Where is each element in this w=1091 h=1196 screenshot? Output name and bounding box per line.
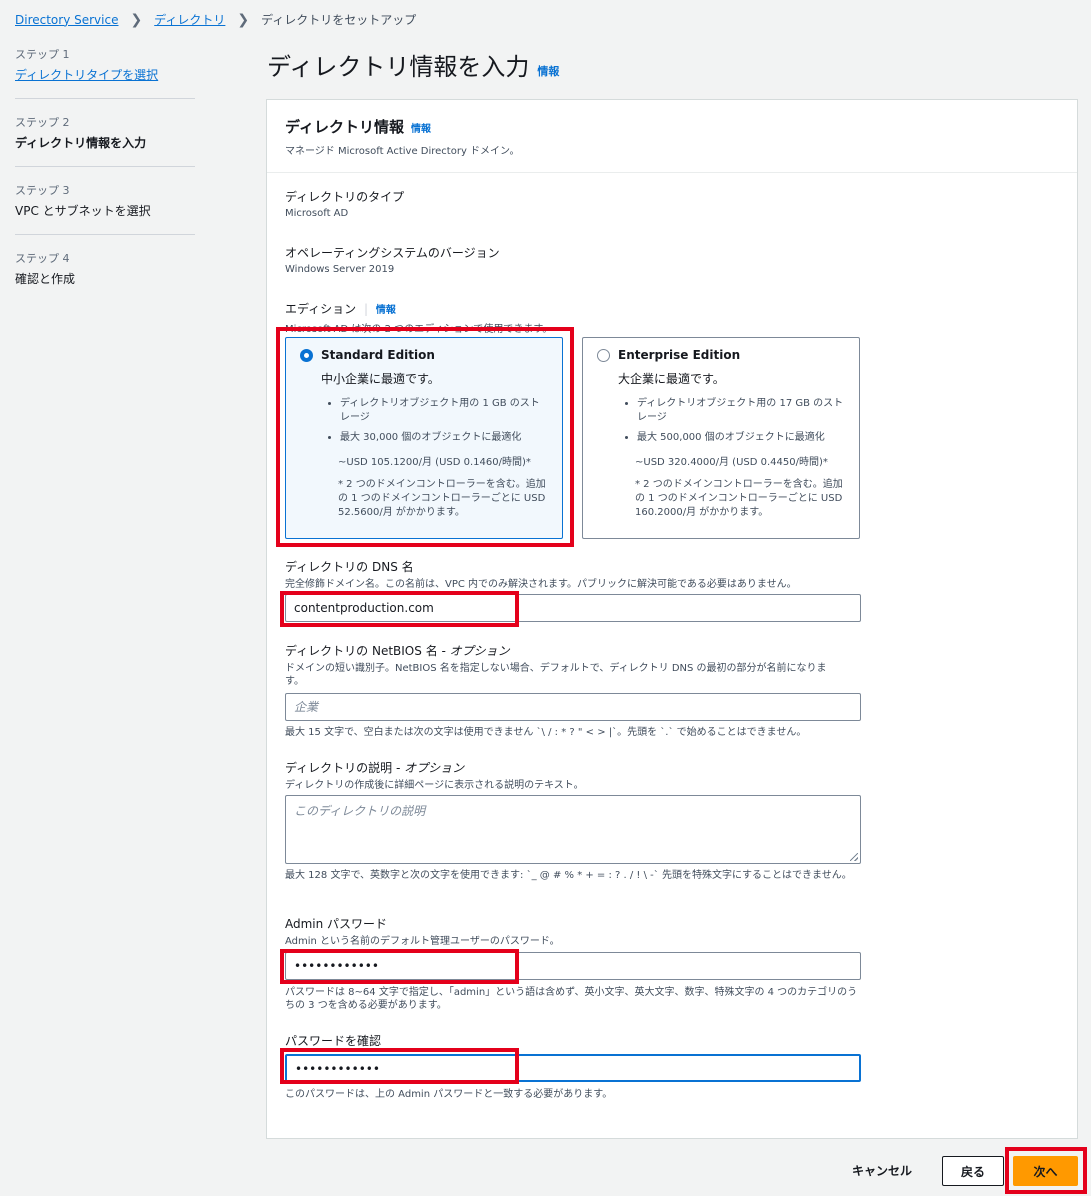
tile-price: ~USD 105.1200/月 (USD 0.1460/時間)* xyxy=(338,457,531,468)
description-field: ディレクトリの説明 - オプション ディレクトリの作成後に詳細ページに表示される… xyxy=(285,759,1065,792)
divider: | xyxy=(364,302,369,316)
chevron-right-icon: ❯ xyxy=(237,11,250,28)
step-label-current: ディレクトリ情報を入力 xyxy=(15,136,147,150)
description-constraint: 最大 128 文字で、英数字と次の文字を使用できます: `_ @ # % * +… xyxy=(285,870,852,881)
step-label: 確認と作成 xyxy=(15,272,76,286)
edition-label: エディション | 情報 xyxy=(285,300,552,317)
panel-title: ディレクトリ情報 情報 xyxy=(285,116,1059,137)
tile-header: Enterprise Edition xyxy=(597,348,845,362)
description-label-text: ディレクトリの説明 xyxy=(285,761,393,775)
os-version-label: オペレーティングシステムのバージョン xyxy=(285,246,500,260)
panel-info-link[interactable]: 情報 xyxy=(411,120,431,135)
netbios-input[interactable]: 企業 xyxy=(285,693,861,721)
resize-handle-icon[interactable] xyxy=(850,853,858,861)
edition-info-link[interactable]: 情報 xyxy=(376,305,396,316)
wizard-step-1: ステップ 1 ディレクトリタイプを選択 xyxy=(15,46,195,99)
step-number: ステップ 3 xyxy=(15,184,70,197)
admin-password-label: Admin パスワード xyxy=(285,917,388,931)
netbios-description: ドメインの短い識別子。NetBIOS 名を指定しない場合、デフォルトで、ディレク… xyxy=(285,663,827,687)
edition-tile-enterprise[interactable]: Enterprise Edition 大企業に最適です。 ディレクトリオブジェク… xyxy=(582,337,860,539)
edition-label-text: エディション xyxy=(285,302,357,316)
page-info-link[interactable]: 情報 xyxy=(537,63,559,79)
tile-features: ディレクトリオブジェクト用の 1 GB のストレージ 最大 30,000 個のオ… xyxy=(340,397,548,445)
tile-price: ~USD 320.4000/月 (USD 0.4450/時間)* xyxy=(635,457,828,468)
step-number: ステップ 1 xyxy=(15,48,70,61)
list-item: 最大 500,000 個のオブジェクトに最適化 xyxy=(637,431,845,445)
description-label: ディレクトリの説明 - オプション xyxy=(285,759,1065,776)
list-item: ディレクトリオブジェクト用の 17 GB のストレージ xyxy=(637,397,845,425)
optional-tag: - オプション xyxy=(392,761,465,775)
netbios-field: ディレクトリの NetBIOS 名 - オプション ドメインの短い識別子。Net… xyxy=(285,642,845,688)
edition-field: エディション | 情報 Microsoft AD は次の 2 つのエディションで… xyxy=(285,300,552,335)
panel-title-text: ディレクトリ情報 xyxy=(285,118,404,136)
page-title: ディレクトリ情報を入力 情報 xyxy=(267,47,559,82)
optional-tag: - オプション xyxy=(437,644,510,658)
confirm-password-label: パスワードを確認 xyxy=(285,1034,382,1048)
radio-button[interactable] xyxy=(597,348,610,362)
breadcrumb-current: ディレクトリをセットアップ xyxy=(261,13,417,27)
admin-password-field: Admin パスワード Admin という名前のデフォルト管理ユーザーのパスワー… xyxy=(285,915,1065,948)
edition-description: Microsoft AD は次の 2 つのエディションで使用できます。 xyxy=(285,324,553,335)
list-item: ディレクトリオブジェクト用の 1 GB のストレージ xyxy=(340,397,548,425)
os-version-field: オペレーティングシステムのバージョン Windows Server 2019 xyxy=(285,244,500,275)
netbios-label: ディレクトリの NetBIOS 名 - オプション xyxy=(285,642,845,659)
step-link-select-directory-type[interactable]: ディレクトリタイプを選択 xyxy=(15,67,195,83)
tile-name: Standard Edition xyxy=(321,348,435,362)
breadcrumb: Directory Service ❯ ディレクトリ ❯ ディレクトリをセットア… xyxy=(15,11,416,28)
tile-subtitle: 大企業に最適です。 xyxy=(618,372,725,386)
dns-name-input[interactable]: contentproduction.com xyxy=(285,594,861,622)
tile-note: * 2 つのドメインコントローラーを含む。追加の 1 つのドメインコントローラー… xyxy=(635,479,843,518)
confirm-password-field: パスワードを確認 xyxy=(285,1032,1065,1052)
tile-name: Enterprise Edition xyxy=(618,348,741,362)
confirm-password-constraint: このパスワードは、上の Admin パスワードと一致する必要があります。 xyxy=(285,1089,613,1100)
dns-name-label: ディレクトリの DNS 名 xyxy=(285,560,414,574)
wizard-step-4: ステップ 4 確認と作成 xyxy=(15,250,195,302)
list-item: 最大 30,000 個のオブジェクトに最適化 xyxy=(340,431,548,445)
tile-note: * 2 つのドメインコントローラーを含む。追加の 1 つのドメインコントローラー… xyxy=(338,479,546,518)
admin-password-description: Admin という名前のデフォルト管理ユーザーのパスワード。 xyxy=(285,936,560,947)
description-help: ディレクトリの作成後に詳細ページに表示される説明のテキスト。 xyxy=(285,780,584,791)
directory-type-label: ディレクトリのタイプ xyxy=(285,190,405,204)
wizard-step-2: ステップ 2 ディレクトリ情報を入力 xyxy=(15,114,195,167)
directory-type-field: ディレクトリのタイプ Microsoft AD xyxy=(285,188,404,219)
admin-password-constraint: パスワードは 8~64 文字で指定し、「admin」という語は含めず、英小文字、… xyxy=(285,987,858,1011)
os-version-value: Windows Server 2019 xyxy=(285,264,395,275)
admin-password-input[interactable]: •••••••••••• xyxy=(285,952,861,980)
wizard-steps: ステップ 1 ディレクトリタイプを選択 ステップ 2 ディレクトリ情報を入力 ス… xyxy=(15,46,195,317)
wizard-step-3: ステップ 3 VPC とサブネットを選択 xyxy=(15,182,195,235)
breadcrumb-directory-service[interactable]: Directory Service xyxy=(15,13,118,27)
radio-button-checked[interactable] xyxy=(300,348,313,362)
tile-subtitle: 中小企業に最適です。 xyxy=(321,372,440,386)
chevron-right-icon: ❯ xyxy=(130,11,143,28)
tile-features: ディレクトリオブジェクト用の 17 GB のストレージ 最大 500,000 個… xyxy=(637,397,845,445)
dns-name-description: 完全修飾ドメイン名。この名前は、VPC 内でのみ解決されます。パブリックに解決可… xyxy=(285,579,797,590)
directory-info-panel: ディレクトリ情報 情報 マネージド Microsoft Active Direc… xyxy=(266,99,1078,1139)
breadcrumb-directories[interactable]: ディレクトリ xyxy=(154,11,225,28)
netbios-label-text: ディレクトリの NetBIOS 名 xyxy=(285,644,438,658)
panel-description: マネージド Microsoft Active Directory ドメイン。 xyxy=(285,146,520,157)
tile-header: Standard Edition xyxy=(300,348,548,362)
confirm-password-input[interactable]: •••••••••••• xyxy=(285,1054,861,1082)
netbios-constraint: 最大 15 文字で、空白または次の文字は使用できません `\ / : * ? "… xyxy=(285,727,807,738)
page-title-text: ディレクトリ情報を入力 xyxy=(267,53,530,81)
edition-tile-standard[interactable]: Standard Edition 中小企業に最適です。 ディレクトリオブジェクト… xyxy=(285,337,563,539)
step-number: ステップ 4 xyxy=(15,252,70,265)
next-button[interactable]: 次へ xyxy=(1013,1156,1078,1186)
description-placeholder: このディレクトリの説明 xyxy=(294,804,426,818)
back-button[interactable]: 戻る xyxy=(942,1156,1004,1186)
step-label: VPC とサブネットを選択 xyxy=(15,204,151,218)
directory-type-value: Microsoft AD xyxy=(285,208,349,219)
cancel-button[interactable]: キャンセル xyxy=(852,1162,912,1179)
dns-name-field: ディレクトリの DNS 名 完全修飾ドメイン名。この名前は、VPC 内でのみ解決… xyxy=(285,558,1065,591)
step-number: ステップ 2 xyxy=(15,116,70,129)
panel-header: ディレクトリ情報 情報 マネージド Microsoft Active Direc… xyxy=(267,100,1077,173)
description-textarea[interactable]: このディレクトリの説明 xyxy=(285,795,861,864)
